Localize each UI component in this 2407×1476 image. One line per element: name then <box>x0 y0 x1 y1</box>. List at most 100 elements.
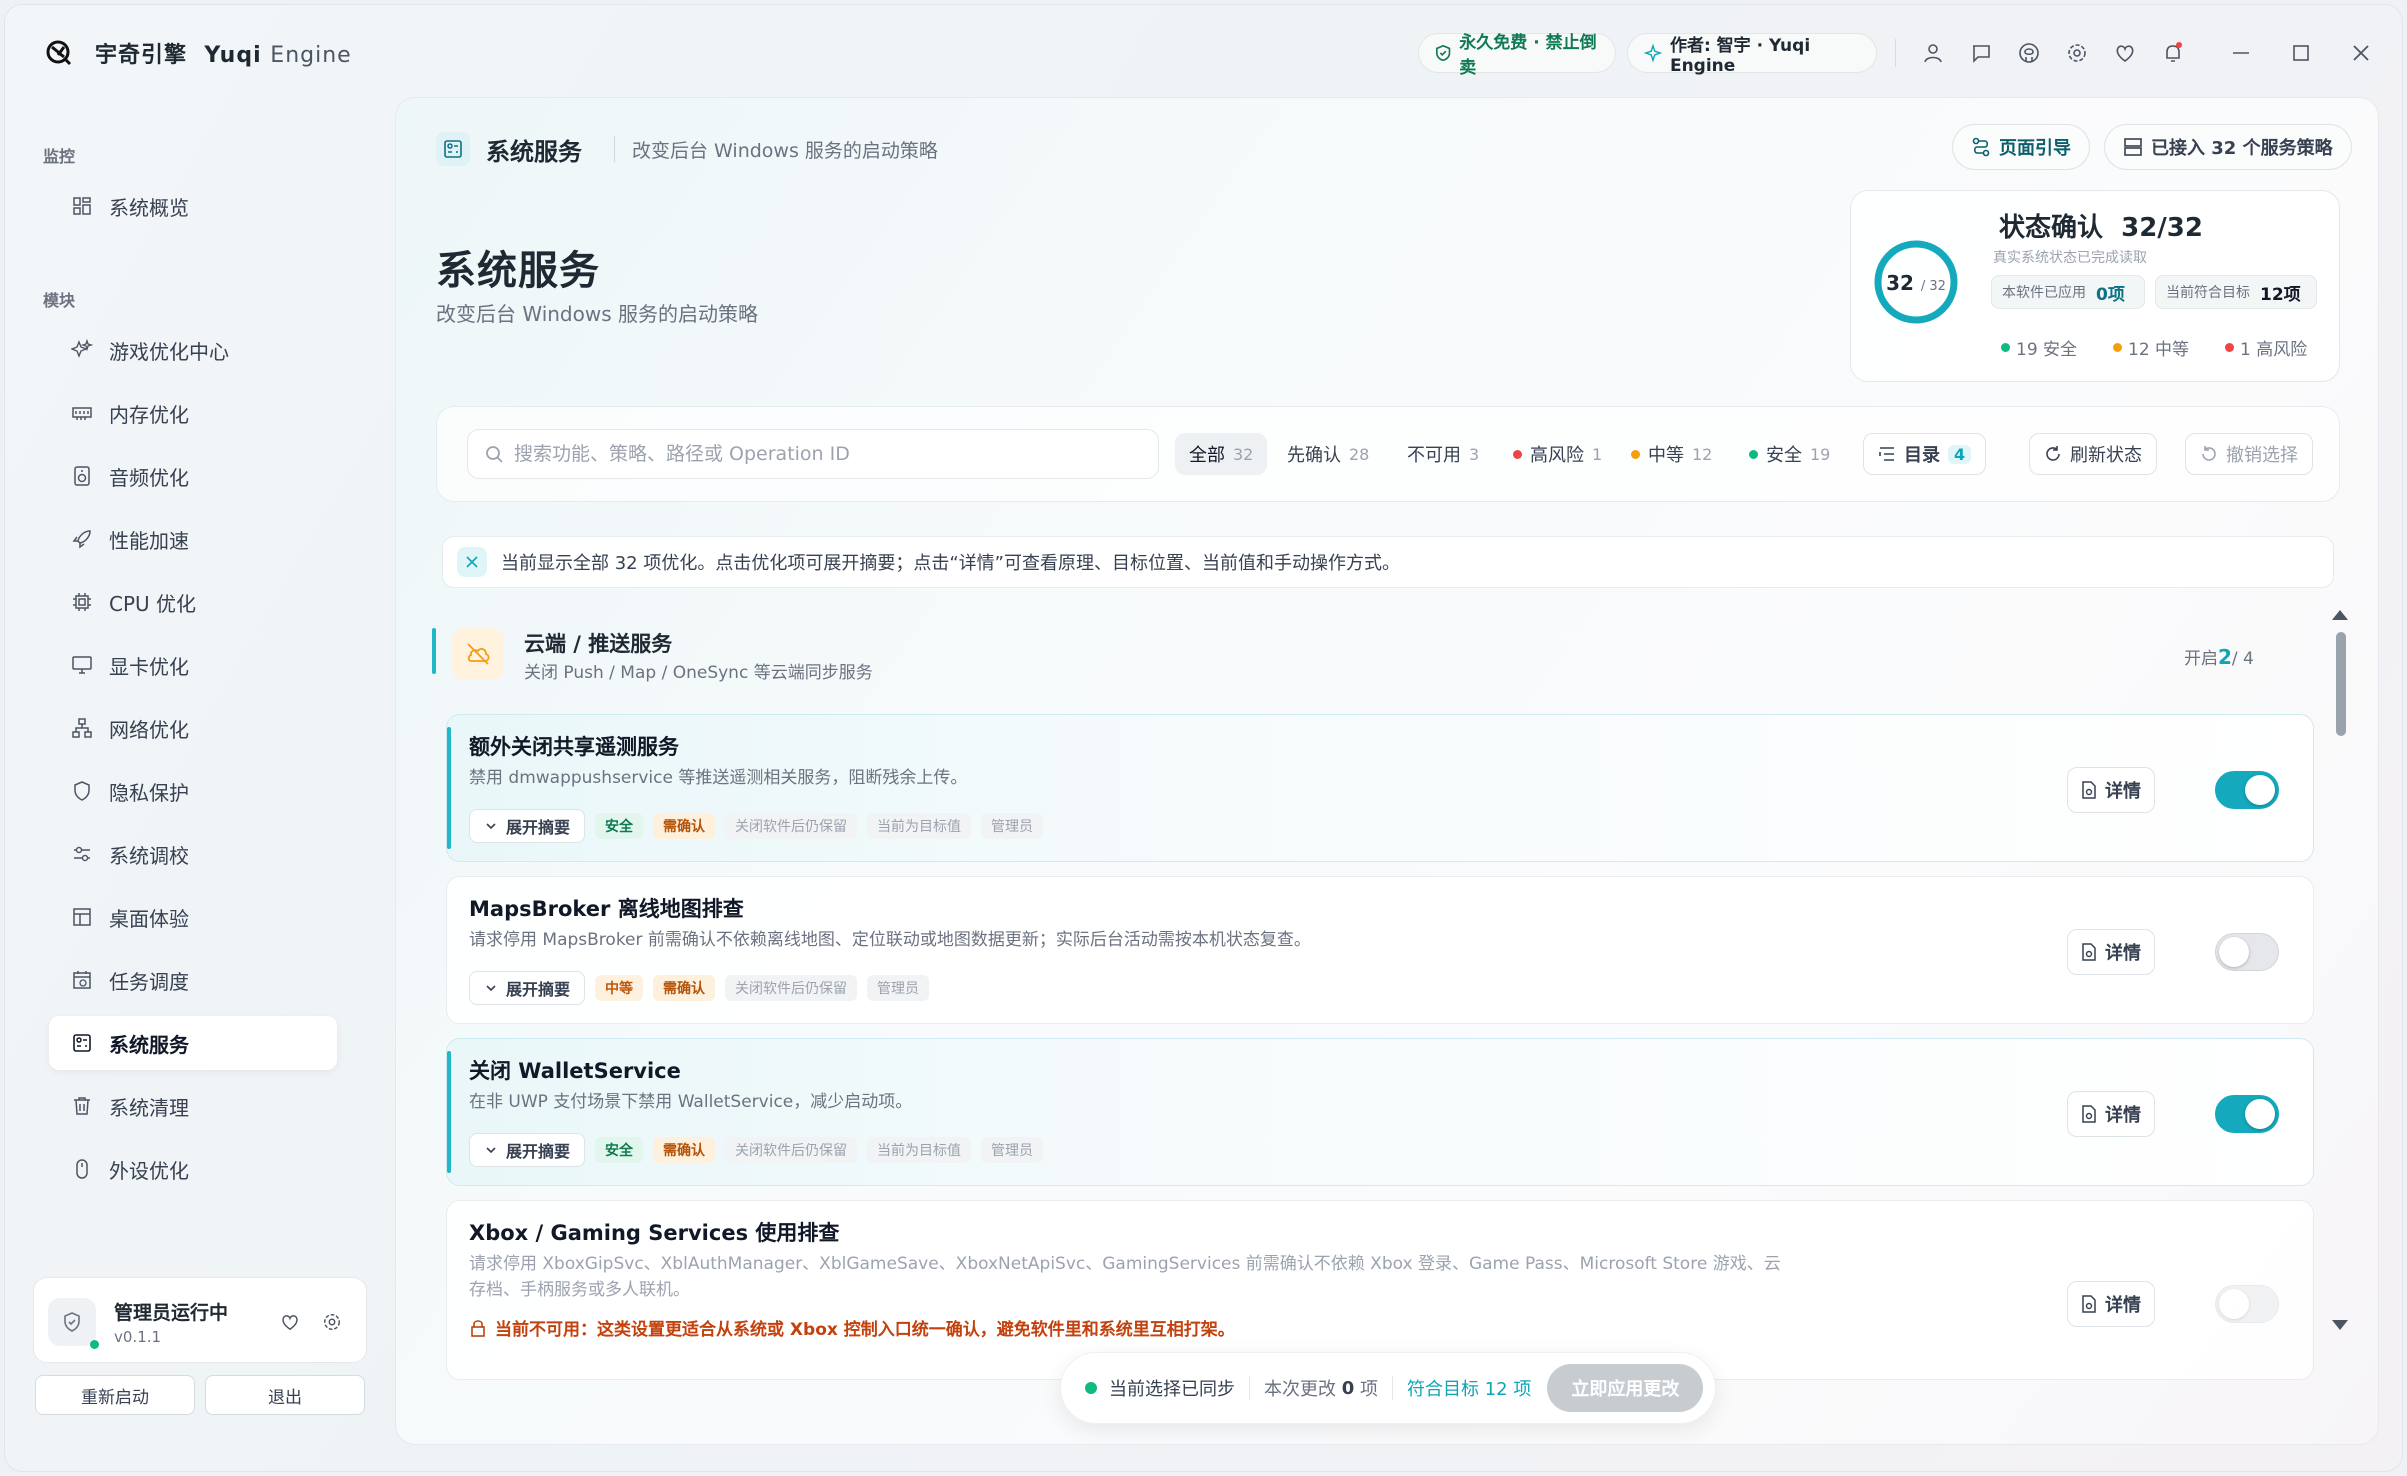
bell-icon[interactable] <box>2159 39 2187 67</box>
service-title: MapsBroker 离线地图排查 <box>469 897 744 921</box>
apply-changes-button[interactable]: 立即应用更改 <box>1547 1364 1704 1412</box>
target-label: 符合目标 12 项 <box>1407 1379 1532 1400</box>
free-badge: 永久免费 · 禁止倒卖 <box>1418 33 1616 78</box>
service-toggle[interactable] <box>2215 933 2279 971</box>
sidebar-item-cleanup[interactable]: 系统清理 <box>49 1079 337 1133</box>
filter-tab-high[interactable]: 高风险 1 <box>1499 433 1616 475</box>
search-input[interactable] <box>514 443 1134 465</box>
sidebar-item-label: 外设优化 <box>109 1158 189 1183</box>
sync-label: 当前选择已同步 <box>1109 1379 1235 1400</box>
maximize-icon[interactable] <box>2287 39 2315 67</box>
legend-mid: 12 中等 <box>2113 335 2189 360</box>
detail-label: 详情 <box>2105 1295 2141 1316</box>
heart-icon[interactable] <box>2111 39 2139 67</box>
restart-button[interactable]: 重新启动 <box>35 1375 195 1415</box>
search-box[interactable] <box>467 429 1159 479</box>
sidebar-item-label: 显卡优化 <box>109 654 189 679</box>
service-card[interactable]: 额外关闭共享遥测服务 禁用 dmwappushservice 等推送遥测相关服务… <box>446 714 2314 862</box>
breadcrumb-title: 系统服务 <box>486 138 582 166</box>
scroll-up-arrow[interactable] <box>2332 610 2348 620</box>
legend-safe-label: 19 安全 <box>2016 340 2078 360</box>
service-card[interactable]: 关闭 WalletService 在非 UWP 支付场景下禁用 WalletSe… <box>446 1038 2314 1186</box>
filter-tab-confirm[interactable]: 先确认 28 <box>1273 433 1383 475</box>
sidebar-item-label: 网络优化 <box>109 717 189 742</box>
sidebar-item-gpu[interactable]: 显卡优化 <box>49 638 337 692</box>
service-tags: 展开摘要 安全 需确认 关闭软件后仍保留 当前为目标值 管理员 <box>469 1133 1044 1167</box>
close-icon[interactable] <box>2347 39 2375 67</box>
expand-summary-button[interactable]: 展开摘要 <box>469 809 586 843</box>
sidebar-item-overview[interactable]: 系统概览 <box>49 179 337 233</box>
sidebar-item-memory[interactable]: 内存优化 <box>49 386 337 440</box>
legend-high-label: 1 高风险 <box>2240 340 2308 360</box>
detail-button[interactable]: 详情 <box>2067 929 2155 975</box>
filter-tab-mid[interactable]: 中等 12 <box>1617 433 1726 475</box>
high-dot <box>2225 343 2234 352</box>
filter-tab-count: 1 <box>1592 444 1603 464</box>
expand-summary-button[interactable]: 展开摘要 <box>469 971 586 1005</box>
sidebar-item-cpu[interactable]: CPU 优化 <box>49 575 337 629</box>
sidebar-item-peripheral[interactable]: 外设优化 <box>49 1142 337 1196</box>
status-title-value: 32/32 <box>2121 213 2203 243</box>
expand-summary-button[interactable]: 展开摘要 <box>469 1133 586 1167</box>
document-icon <box>2082 943 2096 961</box>
toc-label: 目录 <box>1904 445 1940 466</box>
scrollbar-thumb[interactable] <box>2336 632 2346 736</box>
memory-icon <box>72 407 92 420</box>
gear-icon[interactable] <box>322 1312 342 1337</box>
undo-label: 撤销选择 <box>2226 445 2298 466</box>
status-card: 32 / 32 状态确认 32/32 真实系统状态已完成读取 本软件已应用 0项 … <box>1850 190 2340 382</box>
service-toggle[interactable] <box>2215 1285 2279 1323</box>
collapse-icon[interactable] <box>457 547 487 577</box>
changes-unit: 项 <box>1360 1379 1378 1400</box>
filter-tab-safe[interactable]: 安全 19 <box>1735 433 1844 475</box>
applied-chip: 本软件已应用 0项 <box>1991 275 2145 309</box>
target-chip: 当前符合目标 12项 <box>2155 275 2317 309</box>
sidebar-item-game[interactable]: 游戏优化中心 <box>49 323 337 377</box>
admin-tag: 管理员 <box>981 1137 1044 1163</box>
sidebar-item-services[interactable]: 系统服务 <box>49 1016 337 1070</box>
risk-tag: 安全 <box>595 1137 644 1163</box>
speaker-icon <box>74 466 90 486</box>
filter-tab-all[interactable]: 全部 32 <box>1175 433 1268 475</box>
exit-button[interactable]: 退出 <box>205 1375 365 1415</box>
sidebar-item-tasks[interactable]: 任务调度 <box>49 953 337 1007</box>
sidebar-item-desktop[interactable]: 桌面体验 <box>49 890 337 944</box>
minimize-icon[interactable] <box>2227 39 2255 67</box>
service-toggle[interactable] <box>2215 1095 2279 1133</box>
sparkle-icon <box>71 339 93 358</box>
heart-icon[interactable] <box>280 1312 300 1337</box>
service-toggle[interactable] <box>2215 771 2279 809</box>
risk-tag: 安全 <box>595 813 644 839</box>
service-tags: 展开摘要 中等 需确认 关闭软件后仍保留 管理员 <box>469 971 930 1005</box>
lock-icon <box>471 1319 485 1337</box>
author-badge[interactable]: 作者: 智宇 · Yuqi Engine <box>1627 33 1877 76</box>
detail-button[interactable]: 详情 <box>2067 1091 2155 1137</box>
user-icon[interactable] <box>1919 39 1947 67</box>
mid-dot <box>1631 449 1640 459</box>
sidebar-item-tuning[interactable]: 系统调校 <box>49 827 337 881</box>
gear-icon[interactable] <box>2063 39 2091 67</box>
search-icon <box>486 446 503 463</box>
sidebar-item-performance[interactable]: 性能加速 <box>49 512 337 566</box>
page-guide-button[interactable]: 页面引导 <box>1952 124 2090 170</box>
sidebar-item-privacy[interactable]: 隐私保护 <box>49 764 337 818</box>
connected-policies-button[interactable]: 已接入 32 个服务策略 <box>2104 124 2352 170</box>
cloud-off-icon <box>452 628 504 680</box>
github-icon[interactable] <box>2015 39 2043 67</box>
refresh-status-button[interactable]: 刷新状态 <box>2029 433 2157 475</box>
undo-selection-button[interactable]: 撤销选择 <box>2185 433 2313 475</box>
filter-tab-label: 不可用 <box>1407 445 1461 466</box>
detail-button[interactable]: 详情 <box>2067 767 2155 813</box>
service-card[interactable]: MapsBroker 离线地图排查 请求停用 MapsBroker 前需确认不依… <box>446 876 2314 1024</box>
refresh-icon <box>2046 446 2060 461</box>
applied-chip-value: 0项 <box>2096 284 2125 305</box>
scroll-down-arrow[interactable] <box>2332 1320 2348 1330</box>
sidebar-item-network[interactable]: 网络优化 <box>49 701 337 755</box>
sidebar-item-audio[interactable]: 音频优化 <box>49 449 337 503</box>
calendar-icon <box>73 971 91 989</box>
sidebar: 监控 系统概览 模块 游戏优化中心 内存优化 音频优化 性能加速 CPU 优化 <box>5 97 385 1471</box>
filter-tab-unavailable[interactable]: 不可用 3 <box>1393 433 1493 475</box>
message-icon[interactable] <box>1967 39 1995 67</box>
toc-button[interactable]: 目录 4 <box>1863 433 1987 475</box>
detail-button[interactable]: 详情 <box>2067 1281 2155 1327</box>
